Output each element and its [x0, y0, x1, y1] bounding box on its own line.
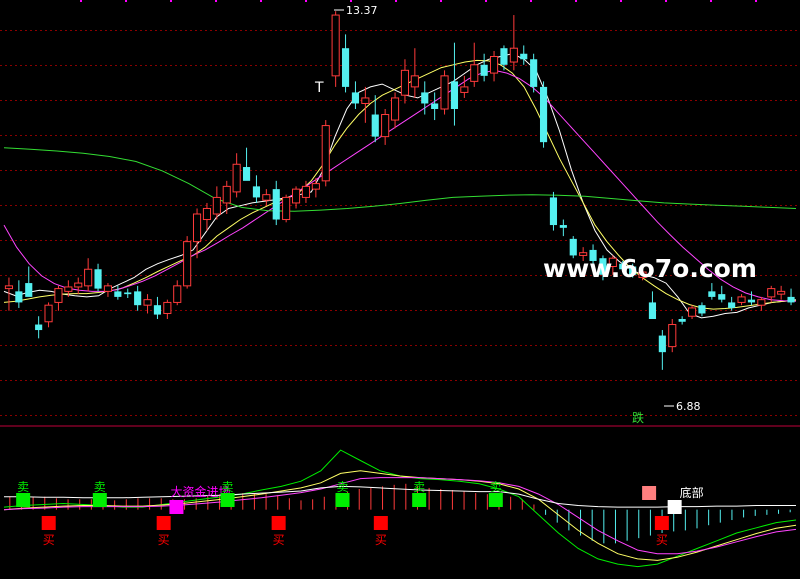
top-tick-dot [665, 0, 667, 2]
signal-label: 卖 [222, 480, 234, 494]
signal-label: 买 [158, 533, 170, 547]
top-tick-dot [755, 0, 757, 2]
sell-signal: 卖 [92, 480, 107, 507]
top-tick-dot [620, 0, 622, 2]
t-marker: T [314, 80, 324, 96]
low-price-label: 6.88 [676, 400, 701, 413]
top-tick-dot [485, 0, 487, 2]
signal-label: 卖 [413, 480, 425, 494]
top-tick-dot [305, 0, 307, 2]
sell-signal: 卖 [16, 480, 31, 507]
top-tick-dot [125, 0, 127, 2]
signal-label: 卖 [337, 480, 349, 494]
marker-box [642, 486, 657, 500]
top-tick-dot [260, 0, 262, 2]
watermark: www.6o7o.com [543, 254, 757, 283]
candle [549, 191, 558, 231]
candle [331, 11, 340, 87]
candle [282, 194, 291, 223]
candle [440, 70, 449, 115]
signal-label: 卖 [94, 480, 106, 494]
sell-signal: 卖 [488, 480, 503, 507]
signal-label: 买 [656, 533, 668, 547]
top-tick-dot [170, 0, 172, 2]
signal-label: 买 [375, 533, 387, 547]
high-price-label: 13.37 [346, 4, 378, 17]
sell-signal: 卖 [220, 480, 235, 507]
signal-label: 卖 [490, 480, 502, 494]
candle [183, 236, 192, 289]
signal-label: 卖 [17, 480, 29, 494]
candle [530, 53, 538, 93]
stock-chart: 13.37 T 6.88 跌 www.6o7o.com 卖买卖买大资金进场卖买卖… [0, 0, 800, 579]
top-tick-dot [710, 0, 712, 2]
signal-label: 买 [43, 533, 55, 547]
sell-signal: 卖 [335, 480, 350, 507]
sell-signal: 卖 [412, 480, 427, 507]
top-tick-dot [395, 0, 397, 2]
drop-label: 跌 [632, 410, 644, 425]
signal-label: 底部 [680, 485, 704, 500]
top-tick-dot [575, 0, 577, 2]
top-tick-dot [215, 0, 217, 2]
top-tick-dot [440, 0, 442, 2]
top-tick-dot [80, 0, 82, 2]
candle [539, 81, 548, 148]
top-tick-dot [350, 0, 352, 2]
top-tick-dot [530, 0, 532, 2]
signal-label: 买 [273, 533, 285, 547]
candle [321, 120, 330, 187]
